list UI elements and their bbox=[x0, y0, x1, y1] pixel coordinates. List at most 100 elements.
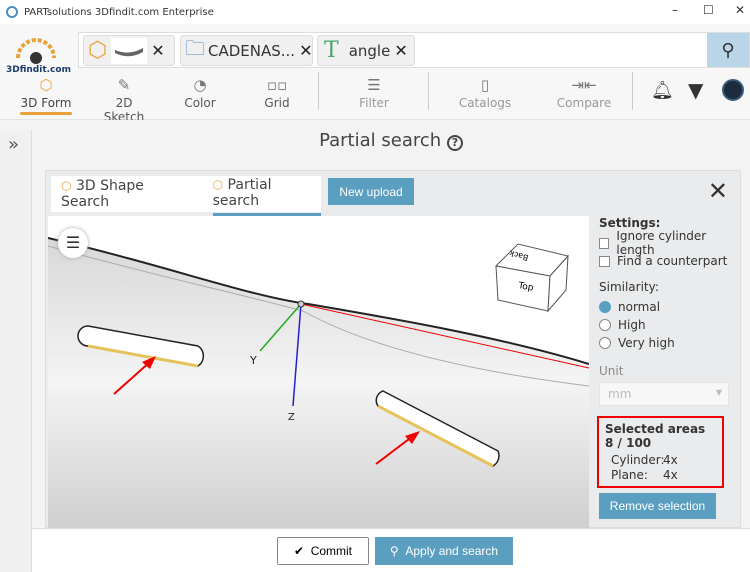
find-counterpart-checkbox[interactable]: Find a counterpart bbox=[599, 252, 739, 270]
bell-icon[interactable]: 🔔︎ bbox=[651, 80, 674, 101]
page-title-text: Partial search bbox=[319, 130, 442, 151]
search-bar[interactable]: ⬡ ✕ 🗀 CADENAS... ✕ T angle ✕ ⚲ bbox=[78, 32, 750, 68]
3d-viewport[interactable]: Y Z Top Back ☰ bbox=[48, 216, 589, 528]
remove-selection-button[interactable]: Remove selection bbox=[599, 493, 716, 519]
shape-thumbnail bbox=[111, 37, 148, 64]
chip-catalog[interactable]: 🗀 CADENAS... ✕ bbox=[180, 35, 313, 66]
sliders-icon: ☰ bbox=[367, 76, 381, 94]
z-axis-label: Z bbox=[288, 412, 295, 423]
3d-model[interactable]: Y Z Top Back bbox=[48, 216, 589, 528]
nav-catalogs[interactable]: ▯ Catalogs bbox=[458, 76, 512, 110]
app-icon bbox=[6, 6, 18, 18]
expand-chevrons-icon[interactable]: » bbox=[8, 134, 19, 155]
settings-panel: Settings: Ignore cylinder length Find a … bbox=[597, 216, 739, 519]
unit-value: mm bbox=[608, 387, 632, 401]
checkbox bbox=[599, 255, 610, 267]
settings-heading: Settings: bbox=[599, 216, 661, 230]
nav-label: Catalogs bbox=[458, 96, 512, 110]
divider bbox=[632, 72, 633, 110]
ignore-cylinder-checkbox[interactable]: Ignore cylinder length bbox=[599, 229, 739, 257]
pencil-icon: ✎ bbox=[117, 76, 131, 94]
radio-label: Very high bbox=[618, 336, 675, 350]
cube-icon: ⬡ bbox=[39, 76, 53, 94]
radio bbox=[599, 319, 611, 331]
remove-chip-icon[interactable]: ✕ bbox=[299, 41, 312, 60]
nav-3d-form[interactable]: ⬡ 3D Form bbox=[20, 76, 72, 115]
nav-filter[interactable]: ☰ Filter bbox=[356, 76, 392, 110]
user-avatar[interactable] bbox=[722, 79, 744, 101]
tab-partial-search[interactable]: ⬡ Partial search bbox=[212, 173, 321, 216]
radio bbox=[599, 301, 611, 313]
nav-compare[interactable]: ⇥⇤ Compare bbox=[554, 76, 614, 110]
radio-very-high[interactable]: Very high bbox=[599, 334, 739, 352]
minimize-button[interactable]: – bbox=[672, 3, 678, 17]
nav-grid[interactable]: ▫▫ Grid bbox=[262, 76, 292, 110]
tab-3d-shape-search[interactable]: ⬡ 3D Shape Search bbox=[61, 174, 195, 214]
maximize-button[interactable]: ☐ bbox=[703, 3, 714, 17]
logo-gauge-icon bbox=[16, 38, 56, 64]
remove-chip-icon[interactable]: ✕ bbox=[151, 41, 164, 60]
compare-icon: ⇥⇤ bbox=[571, 76, 597, 94]
chip-label: CADENAS... bbox=[208, 41, 296, 60]
tabs: ⬡ 3D Shape Search ⬡ Partial search bbox=[51, 174, 321, 216]
chip-text[interactable]: T angle ✕ bbox=[317, 35, 415, 66]
chip-3d-shape[interactable]: ⬡ ✕ bbox=[83, 35, 175, 66]
checkbox-label: Find a counterpart bbox=[617, 254, 728, 268]
search-icon: ⚲ bbox=[389, 544, 399, 558]
checkbox bbox=[599, 237, 610, 249]
plane-label: Plane: bbox=[611, 468, 648, 482]
footer: ✔ Commit ⚲ Apply and search bbox=[32, 528, 750, 572]
search-button[interactable]: ⚲ bbox=[707, 33, 749, 67]
plane-count: 4x bbox=[663, 468, 678, 482]
check-icon: ✔ bbox=[293, 544, 305, 558]
nav-label: Filter bbox=[359, 96, 389, 110]
commit-button[interactable]: ✔ Commit bbox=[277, 537, 369, 565]
nav-label: Grid bbox=[264, 96, 290, 110]
checkbox-label: Ignore cylinder length bbox=[616, 229, 707, 257]
nav-label: Compare bbox=[556, 96, 612, 110]
nav-2d-sketch[interactable]: ✎ 2D Sketch bbox=[94, 76, 154, 124]
tree-list-icon[interactable]: ☰ bbox=[58, 228, 88, 258]
chip-label: angle bbox=[348, 41, 391, 60]
view-cube[interactable]: Top Back bbox=[494, 243, 569, 313]
new-upload-button[interactable]: New upload bbox=[328, 178, 414, 205]
active-indicator bbox=[20, 112, 72, 115]
help-icon[interactable]: ? bbox=[446, 135, 463, 151]
radio-high[interactable]: High bbox=[599, 316, 739, 334]
close-panel-icon[interactable]: ✕ bbox=[708, 177, 728, 205]
apply-and-search-button[interactable]: ⚲ Apply and search bbox=[375, 537, 513, 565]
origin-point bbox=[297, 300, 305, 308]
divider bbox=[428, 72, 429, 110]
selected-areas-title: Selected areas 8 / 100 bbox=[605, 422, 706, 450]
unit-label: Unit bbox=[599, 364, 624, 378]
window-title: PARTsolutions 3Dfindit.com Enterprise bbox=[24, 6, 214, 18]
filter-icon[interactable]: ▼ bbox=[688, 78, 703, 102]
title-bar: PARTsolutions 3Dfindit.com Enterprise – … bbox=[0, 0, 750, 24]
palette-icon: ◔ bbox=[193, 76, 207, 94]
radio-label: normal bbox=[618, 300, 661, 314]
selected-areas-box: Selected areas 8 / 100 Cylinder: 4x Plane… bbox=[597, 416, 724, 488]
text-icon: T bbox=[324, 38, 339, 63]
cylinder-label: Cylinder: bbox=[611, 453, 665, 467]
nav-label: 3D Form bbox=[20, 96, 72, 110]
cube-icon: ⬡ bbox=[88, 38, 108, 63]
radio bbox=[599, 337, 611, 349]
logo[interactable]: 3Dfindit.com bbox=[6, 34, 71, 78]
search-icon: ⚲ bbox=[721, 39, 735, 61]
main-content: Partial search ? ⬡ 3D Shape Search ⬡ Par… bbox=[32, 120, 750, 572]
radio-label: High bbox=[618, 318, 646, 332]
tab-label: 3D Shape Search bbox=[61, 178, 144, 210]
commit-label: Commit bbox=[310, 544, 353, 558]
dropdown-arrow-icon: ▼ bbox=[715, 388, 722, 397]
header: 3Dfindit.com ⬡ ✕ 🗀 CADENAS... ✕ T angle … bbox=[0, 24, 750, 124]
side-panel-toggle-strip: » bbox=[0, 130, 32, 572]
y-axis-label: Y bbox=[249, 354, 257, 367]
unit-select[interactable]: mm ▼ bbox=[599, 382, 729, 406]
radio-normal[interactable]: normal bbox=[599, 298, 739, 316]
similarity-label: Similarity: bbox=[599, 280, 659, 294]
remove-chip-icon[interactable]: ✕ bbox=[394, 41, 407, 60]
close-button[interactable]: ✕ bbox=[735, 3, 745, 17]
nav-color[interactable]: ◔ Color bbox=[182, 76, 218, 110]
folder-icon: 🗀 bbox=[185, 35, 205, 60]
cube-icon: ⬡ bbox=[212, 177, 224, 192]
